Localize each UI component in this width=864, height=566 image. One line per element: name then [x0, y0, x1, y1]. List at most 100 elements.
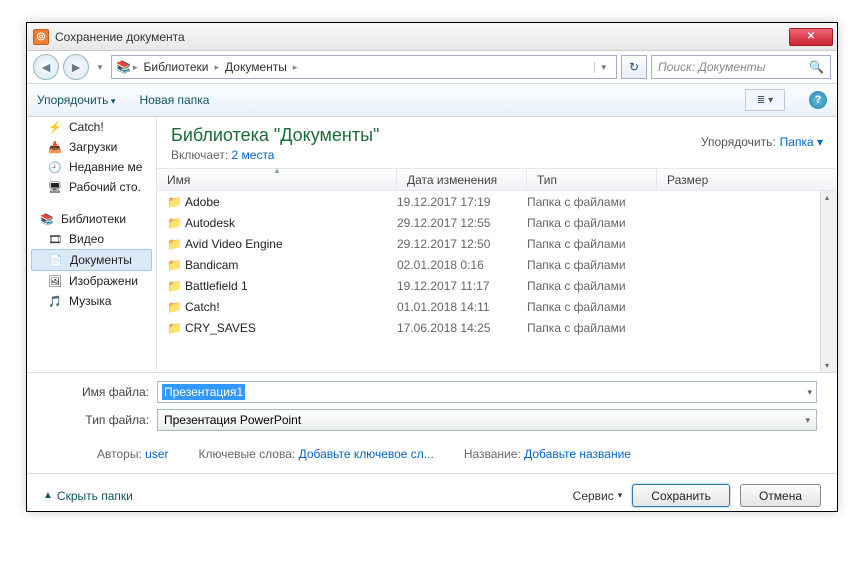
sidebar-item-videos[interactable]: 🎞Видео — [27, 229, 156, 249]
chevron-right-icon: ▸ — [215, 62, 220, 73]
sidebar-item-music[interactable]: 🎵Музыка — [27, 291, 156, 311]
authors-label: Авторы: — [97, 447, 142, 461]
window-title: Сохранение документа — [55, 30, 789, 44]
sidebar: ⚡ Catch! 📥Загрузки 🕘 Недавние ме 🖥 Рабочий … — [27, 117, 157, 372]
filetype-select[interactable]: Презентация PowerPoint ▾ — [157, 409, 817, 431]
hide-folders-toggle[interactable]: ▲ Скрыть папки — [43, 489, 133, 503]
sidebar-item-label: Изображени — [69, 274, 138, 288]
row-name: Battlefield 1 — [185, 279, 397, 293]
dropdown-icon: ▾ — [805, 415, 810, 426]
sidebar-item[interactable]: 🖥 Рабочий сто. — [27, 177, 156, 197]
sidebar-group-libraries[interactable]: 📚 Библиотеки — [27, 209, 156, 229]
table-row[interactable]: 📁Autodesk29.12.2017 12:55Папка с файлами — [157, 212, 837, 233]
sidebar-item-label: Catch! — [69, 120, 104, 134]
row-name: Adobe — [185, 195, 397, 209]
breadcrumb-seg[interactable]: Библиотеки — [139, 58, 212, 76]
nav-row: ◄ ► ▾ 📚 ▸ Библиотеки ▸ Документы ▸ ▾ ↻ П… — [27, 51, 837, 83]
cancel-button[interactable]: Отмена — [740, 484, 821, 507]
catch-icon: ⚡ — [47, 120, 63, 134]
row-type: Папка с файлами — [527, 216, 657, 230]
sidebar-item-label: Видео — [69, 232, 104, 246]
col-type[interactable]: Тип — [527, 169, 657, 190]
row-type: Папка с файлами — [527, 279, 657, 293]
folder-icon: 📁 — [167, 279, 185, 293]
sidebar-item-label: Рабочий сто. — [69, 180, 141, 194]
address-dropdown[interactable]: ▾ — [594, 62, 612, 73]
search-input[interactable]: Поиск: Документы 🔍 — [651, 55, 831, 79]
sidebar-group-label: Библиотеки — [61, 212, 126, 226]
row-date: 01.01.2018 14:11 — [397, 300, 527, 314]
folder-icon: 📁 — [167, 195, 185, 209]
save-button[interactable]: Сохранить — [632, 484, 730, 507]
forward-button[interactable]: ► — [63, 54, 89, 80]
chevron-up-icon: ▲ — [43, 490, 53, 501]
col-date[interactable]: Дата изменения — [397, 169, 527, 190]
view-mode-button[interactable]: ≣ ▾ — [745, 89, 785, 111]
libraries-icon: 📚 — [39, 212, 55, 226]
address-bar[interactable]: 📚 ▸ Библиотеки ▸ Документы ▸ ▾ — [111, 55, 617, 79]
chevron-right-icon: ▸ — [133, 62, 138, 73]
toolbar: Упорядочить Новая папка ≣ ▾ ? — [27, 83, 837, 117]
row-name: Avid Video Engine — [185, 237, 397, 251]
breadcrumb-seg[interactable]: Документы — [221, 58, 291, 76]
hide-folders-label: Скрыть папки — [57, 489, 133, 503]
sidebar-item[interactable]: ⚡ Catch! — [27, 117, 156, 137]
desktop-icon: 🖥 — [47, 180, 63, 194]
row-date: 17.06.2018 14:25 — [397, 321, 527, 335]
downloads-icon: 📥 — [47, 140, 63, 154]
document-icon: 📄 — [48, 253, 64, 267]
table-row[interactable]: 📁CRY_SAVES17.06.2018 14:25Папка с файлам… — [157, 317, 837, 338]
keywords-value[interactable]: Добавьте ключевое сл... — [299, 447, 434, 461]
table-row[interactable]: 📁Avid Video Engine29.12.2017 12:50Папка … — [157, 233, 837, 254]
file-list: 📁Adobe19.12.2017 17:19Папка с файлами📁Au… — [157, 191, 837, 372]
scrollbar[interactable] — [820, 191, 837, 372]
metadata-row: Авторы: user Ключевые слова: Добавьте кл… — [27, 443, 837, 473]
sort-dropdown[interactable]: Папка ▾ — [780, 135, 823, 149]
sidebar-item[interactable]: 🕘 Недавние ме — [27, 157, 156, 177]
includes-link[interactable]: 2 места — [232, 148, 275, 162]
table-row[interactable]: 📁Battlefield 119.12.2017 11:17Папка с фа… — [157, 275, 837, 296]
sidebar-item[interactable]: 📥Загрузки — [27, 137, 156, 157]
new-folder-button[interactable]: Новая папка — [139, 93, 209, 107]
picture-icon: 🖼 — [47, 274, 63, 288]
row-date: 02.01.2018 0:16 — [397, 258, 527, 272]
music-icon: 🎵 — [47, 294, 63, 308]
sidebar-item-documents[interactable]: 📄Документы — [31, 249, 152, 271]
row-name: Autodesk — [185, 216, 397, 230]
col-size[interactable]: Размер — [657, 169, 757, 190]
filename-input[interactable]: Презентация1 ▾ — [157, 381, 817, 403]
includes-label: Включает: — [171, 148, 228, 162]
row-type: Папка с файлами — [527, 195, 657, 209]
row-name: CRY_SAVES — [185, 321, 397, 335]
row-name: Catch! — [185, 300, 397, 314]
footer: ▲ Скрыть папки Сервис▾ Сохранить Отмена — [27, 473, 837, 517]
dropdown-icon[interactable]: ▾ — [807, 387, 812, 398]
back-button[interactable]: ◄ — [33, 54, 59, 80]
sidebar-item-label: Недавние ме — [69, 160, 142, 174]
table-row[interactable]: 📁Adobe19.12.2017 17:19Папка с файлами — [157, 191, 837, 212]
table-row[interactable]: 📁Catch!01.01.2018 14:11Папка с файлами — [157, 296, 837, 317]
filetype-value: Презентация PowerPoint — [164, 413, 301, 427]
help-button[interactable]: ? — [809, 91, 827, 109]
row-date: 29.12.2017 12:55 — [397, 216, 527, 230]
authors-value[interactable]: user — [145, 447, 168, 461]
refresh-button[interactable]: ↻ — [621, 55, 647, 79]
content-header: Библиотека "Документы" Включает: 2 места… — [157, 117, 837, 168]
row-type: Папка с файлами — [527, 300, 657, 314]
row-date: 29.12.2017 12:50 — [397, 237, 527, 251]
app-icon: ◎ — [33, 29, 49, 45]
sidebar-item-pictures[interactable]: 🖼 Изображени — [27, 271, 156, 291]
filename-label: Имя файла: — [47, 385, 157, 399]
search-placeholder: Поиск: Документы — [658, 60, 766, 74]
recent-icon: 🕘 — [47, 160, 63, 174]
nav-history-dropdown[interactable]: ▾ — [93, 62, 107, 73]
row-type: Папка с файлами — [527, 258, 657, 272]
service-menu[interactable]: Сервис▾ — [573, 489, 623, 503]
keywords-label: Ключевые слова: — [198, 447, 295, 461]
table-row[interactable]: 📁Bandicam02.01.2018 0:16Папка с файлами — [157, 254, 837, 275]
doc-title-value[interactable]: Добавьте название — [524, 447, 631, 461]
organize-menu[interactable]: Упорядочить — [37, 93, 115, 107]
folder-icon: 📚 — [116, 60, 131, 74]
close-button[interactable]: ✕ — [789, 28, 833, 46]
search-icon: 🔍 — [809, 60, 824, 74]
